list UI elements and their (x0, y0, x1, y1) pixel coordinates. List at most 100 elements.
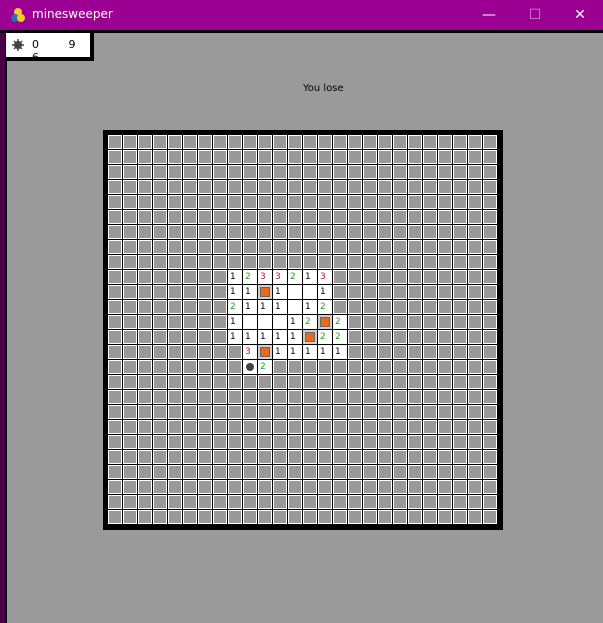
cell-hidden[interactable] (363, 330, 377, 344)
cell-hidden[interactable] (468, 390, 482, 404)
cell-hidden[interactable] (258, 255, 272, 269)
cell-hidden[interactable] (423, 360, 437, 374)
cell-hidden[interactable] (348, 255, 362, 269)
cell-hidden[interactable] (333, 510, 347, 524)
cell-hidden[interactable] (468, 180, 482, 194)
cell-hidden[interactable] (138, 435, 152, 449)
cell-hidden[interactable] (318, 360, 332, 374)
cell-hidden[interactable] (213, 225, 227, 239)
cell-hidden[interactable] (138, 495, 152, 509)
cell-hidden[interactable] (393, 255, 407, 269)
cell-hidden[interactable] (318, 405, 332, 419)
cell-hidden[interactable] (483, 450, 497, 464)
cell-hidden[interactable] (138, 450, 152, 464)
cell-hidden[interactable] (333, 270, 347, 284)
cell-hidden[interactable] (483, 330, 497, 344)
cell-hidden[interactable] (453, 270, 467, 284)
cell-hidden[interactable] (378, 240, 392, 254)
cell-hidden[interactable] (213, 270, 227, 284)
cell-hidden[interactable] (468, 240, 482, 254)
cell-hidden[interactable] (258, 210, 272, 224)
cell-hidden[interactable] (108, 135, 122, 149)
cell-hidden[interactable] (318, 375, 332, 389)
cell-hidden[interactable] (213, 195, 227, 209)
cell-hidden[interactable] (198, 480, 212, 494)
cell-hidden[interactable] (453, 510, 467, 524)
cell-hidden[interactable] (153, 150, 167, 164)
cell-hidden[interactable] (378, 150, 392, 164)
cell-hidden[interactable] (318, 255, 332, 269)
cell-hidden[interactable] (378, 315, 392, 329)
cell-hidden[interactable] (168, 150, 182, 164)
cell-hidden[interactable] (183, 300, 197, 314)
cell-revealed[interactable]: 1 (273, 330, 287, 344)
cell-hidden[interactable] (288, 480, 302, 494)
cell-hidden[interactable] (363, 225, 377, 239)
cell-hidden[interactable] (183, 255, 197, 269)
cell-hidden[interactable] (393, 360, 407, 374)
cell-hidden[interactable] (198, 330, 212, 344)
cell-hidden[interactable] (393, 165, 407, 179)
cell-hidden[interactable] (273, 465, 287, 479)
cell-hidden[interactable] (198, 495, 212, 509)
cell-hidden[interactable] (483, 345, 497, 359)
cell-hidden[interactable] (423, 195, 437, 209)
cell-hidden[interactable] (153, 480, 167, 494)
cell-hidden[interactable] (138, 150, 152, 164)
cell-hidden[interactable] (228, 225, 242, 239)
cell-hidden[interactable] (123, 300, 137, 314)
cell-hidden[interactable] (198, 360, 212, 374)
cell-hidden[interactable] (438, 150, 452, 164)
cell-hidden[interactable] (393, 480, 407, 494)
cell-hidden[interactable] (363, 270, 377, 284)
cell-hidden[interactable] (258, 510, 272, 524)
cell-hidden[interactable] (258, 225, 272, 239)
cell-hidden[interactable] (228, 195, 242, 209)
cell-hidden[interactable] (288, 225, 302, 239)
cell-hidden[interactable] (378, 255, 392, 269)
cell-hidden[interactable] (378, 330, 392, 344)
cell-hidden[interactable] (243, 255, 257, 269)
cell-hidden[interactable] (363, 375, 377, 389)
cell-hidden[interactable] (468, 510, 482, 524)
cell-hidden[interactable] (393, 135, 407, 149)
cell-hidden[interactable] (258, 405, 272, 419)
cell-hidden[interactable] (243, 375, 257, 389)
cell-hidden[interactable] (348, 450, 362, 464)
cell-hidden[interactable] (198, 435, 212, 449)
cell-hidden[interactable] (333, 390, 347, 404)
cell-hidden[interactable] (483, 435, 497, 449)
cell-hidden[interactable] (168, 300, 182, 314)
cell-hidden[interactable] (168, 465, 182, 479)
cell-hidden[interactable] (318, 480, 332, 494)
cell-hidden[interactable] (123, 435, 137, 449)
cell-hidden[interactable] (108, 435, 122, 449)
cell-hidden[interactable] (108, 210, 122, 224)
cell-hidden[interactable] (168, 240, 182, 254)
cell-revealed[interactable]: 2 (318, 300, 332, 314)
cell-revealed[interactable] (258, 315, 272, 329)
cell-hidden[interactable] (348, 150, 362, 164)
cell-hidden[interactable] (153, 270, 167, 284)
cell-hidden[interactable] (408, 495, 422, 509)
cell-hidden[interactable] (483, 255, 497, 269)
cell-hidden[interactable] (438, 480, 452, 494)
cell-hidden[interactable] (393, 405, 407, 419)
cell-hidden[interactable] (378, 225, 392, 239)
cell-hidden[interactable] (153, 285, 167, 299)
cell-hidden[interactable] (408, 300, 422, 314)
cell-hidden[interactable] (438, 285, 452, 299)
cell-hidden[interactable] (258, 150, 272, 164)
cell-hidden[interactable] (318, 240, 332, 254)
cell-hidden[interactable] (393, 225, 407, 239)
cell-revealed[interactable]: 3 (258, 270, 272, 284)
cell-hidden[interactable] (273, 450, 287, 464)
cell-hidden[interactable] (213, 135, 227, 149)
cell-hidden[interactable] (408, 450, 422, 464)
cell-hidden[interactable] (288, 390, 302, 404)
cell-hidden[interactable] (108, 345, 122, 359)
cell-hidden[interactable] (198, 390, 212, 404)
cell-hidden[interactable] (213, 360, 227, 374)
cell-hidden[interactable] (483, 225, 497, 239)
cell-hidden[interactable] (213, 165, 227, 179)
